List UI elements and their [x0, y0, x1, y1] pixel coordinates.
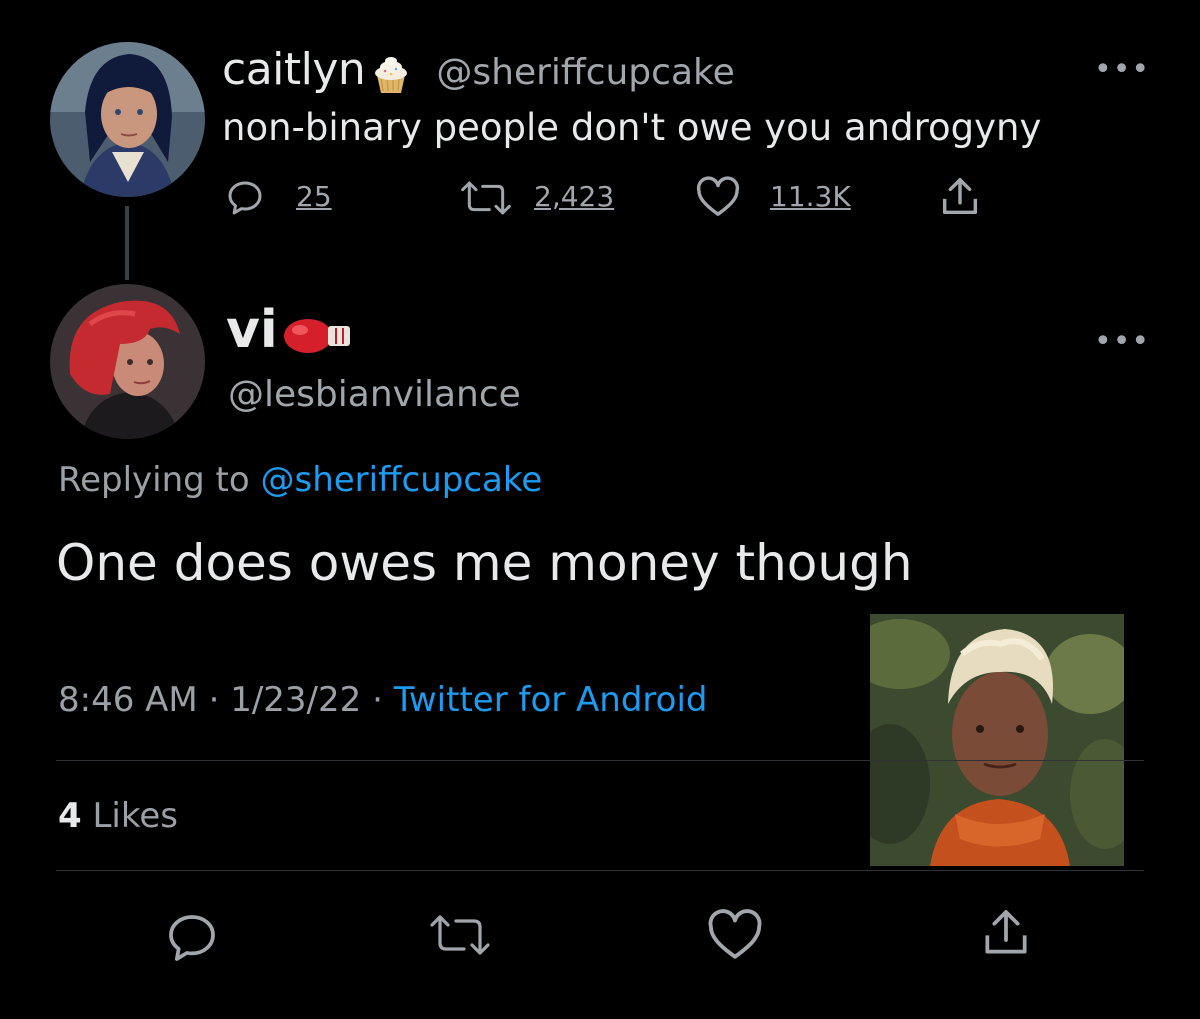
reply-more-icon[interactable]: •••	[1094, 324, 1150, 359]
like-icon[interactable]	[706, 908, 764, 962]
tweet-source-link[interactable]: Twitter for Android	[394, 680, 708, 720]
tweet-metadata: 8:46 AM · 1/23/22 · Twitter for Android	[58, 680, 708, 720]
like-icon[interactable]	[695, 176, 741, 218]
retweet-count[interactable]: 2,423	[534, 180, 614, 213]
caitlyn-avatar[interactable]	[50, 42, 205, 197]
likes-count: 4	[58, 796, 82, 836]
cupcake-icon	[369, 53, 413, 97]
tweet-time[interactable]: 8:46 AM	[58, 680, 198, 720]
divider-top	[56, 760, 1144, 761]
share-icon[interactable]	[936, 174, 984, 220]
boxing-glove-icon	[280, 314, 358, 358]
retweet-icon[interactable]	[424, 910, 496, 960]
parent-tweet-text: non-binary people don't owe you androgyn…	[222, 106, 1042, 149]
tweet-date[interactable]: 1/23/22	[230, 680, 361, 720]
replying-handle-link[interactable]: @sheriffcupcake	[261, 460, 543, 500]
retweet-icon[interactable]	[455, 178, 517, 218]
reply-icon[interactable]	[225, 178, 265, 218]
caitlyn-display-name[interactable]: caitlyn	[222, 44, 366, 95]
likes-summary[interactable]: 4 Likes	[58, 796, 178, 836]
reply-tweet-text: One does owes me money though	[56, 534, 913, 592]
replying-to: Replying to @sheriffcupcake	[58, 460, 542, 500]
vi-avatar[interactable]	[50, 284, 205, 439]
likes-label: Likes	[92, 796, 178, 836]
replying-prefix: Replying to	[58, 460, 250, 500]
parent-more-icon[interactable]: •••	[1094, 52, 1150, 87]
attached-photo[interactable]	[870, 614, 1124, 866]
like-count[interactable]: 11.3K	[770, 180, 851, 213]
thread-line	[125, 206, 129, 280]
share-icon[interactable]	[978, 904, 1034, 962]
vi-handle[interactable]: @lesbianvilance	[228, 374, 521, 415]
meta-separator: ·	[372, 680, 383, 720]
reply-icon[interactable]	[164, 910, 220, 966]
caitlyn-handle[interactable]: @sheriffcupcake	[436, 52, 734, 93]
divider-bottom	[56, 870, 1144, 871]
reply-count[interactable]: 25	[296, 180, 332, 213]
meta-separator: ·	[208, 680, 220, 720]
vi-display-name[interactable]: vi	[226, 300, 278, 360]
